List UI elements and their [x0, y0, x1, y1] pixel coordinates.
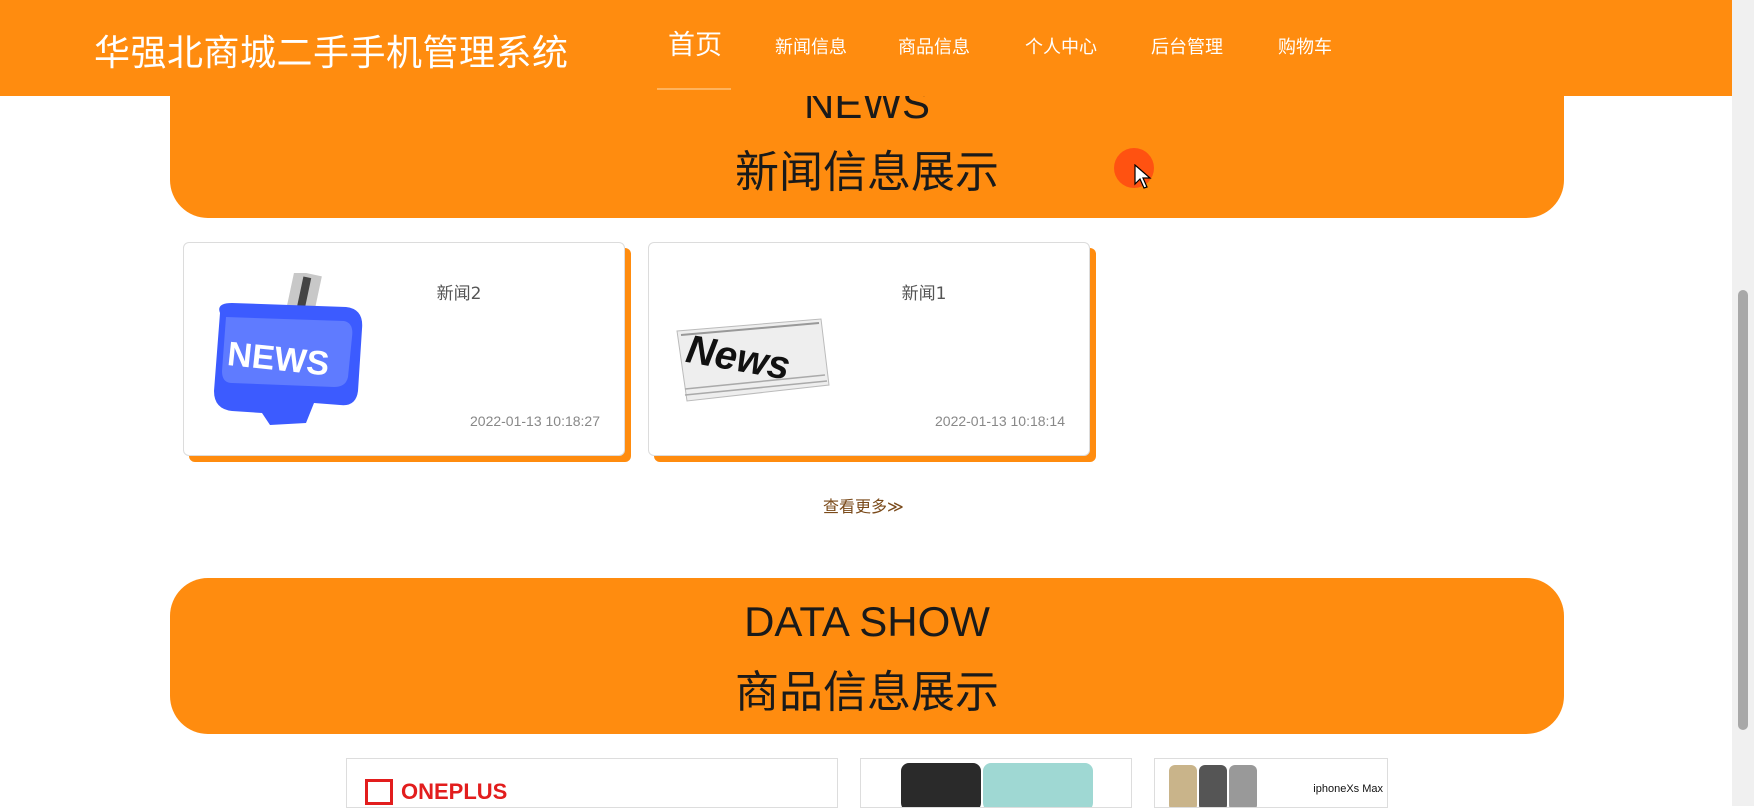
product-title-en: DATA SHOW: [744, 598, 990, 645]
product-brand: iphoneXs Max: [1313, 783, 1383, 795]
nav-admin[interactable]: 后台管理: [1151, 0, 1223, 96]
newspaper-icon: News: [671, 273, 833, 431]
scrollbar-thumb[interactable]: [1738, 290, 1748, 730]
news-time: 2022-01-13 10:18:27: [470, 413, 600, 429]
phone-image: [901, 763, 981, 807]
phone-image: [1169, 765, 1197, 807]
news-key-icon: NEWS: [206, 270, 368, 431]
more-news-link[interactable]: 查看更多≫: [823, 493, 904, 517]
product-section-banner: DATA SHOW 商品信息展示: [170, 578, 1564, 734]
news-card[interactable]: News 新闻1 2022-01-13 10:18:14: [648, 242, 1090, 456]
phone-image: [1229, 765, 1257, 807]
product-card[interactable]: [860, 758, 1132, 808]
phone-image: [1199, 765, 1227, 807]
news-title-cn: 新闻信息展示: [735, 147, 999, 198]
nav-cart[interactable]: 购物车: [1278, 0, 1332, 96]
product-brand: ONEPLUS: [401, 779, 508, 804]
page-scrollbar[interactable]: [1732, 0, 1754, 806]
nav-active-indicator: [657, 88, 731, 90]
product-title-cn: 商品信息展示: [735, 667, 999, 718]
news-title: 新闻2: [436, 284, 482, 304]
nav-products[interactable]: 商品信息: [898, 0, 970, 96]
news-title: 新闻1: [901, 284, 947, 304]
mouse-cursor-icon: [1134, 164, 1152, 189]
news-time: 2022-01-13 10:18:14: [935, 413, 1065, 429]
nav-news[interactable]: 新闻信息: [775, 0, 847, 96]
nav-home[interactable]: 首页: [668, 0, 722, 96]
site-title[interactable]: 华强北商城二手手机管理系统: [94, 24, 569, 76]
top-header: 华强北商城二手手机管理系统 首页 新闻信息 商品信息 个人中心 后台管理 购物车: [0, 0, 1732, 96]
oneplus-logo-icon: [365, 779, 393, 805]
product-card[interactable]: ONEPLUS: [346, 758, 838, 808]
product-card[interactable]: iphoneXs Max: [1154, 758, 1388, 808]
phone-image: [983, 763, 1093, 807]
news-card[interactable]: NEWS 新闻2 2022-01-13 10:18:27: [183, 242, 625, 456]
nav-profile[interactable]: 个人中心: [1025, 0, 1097, 96]
